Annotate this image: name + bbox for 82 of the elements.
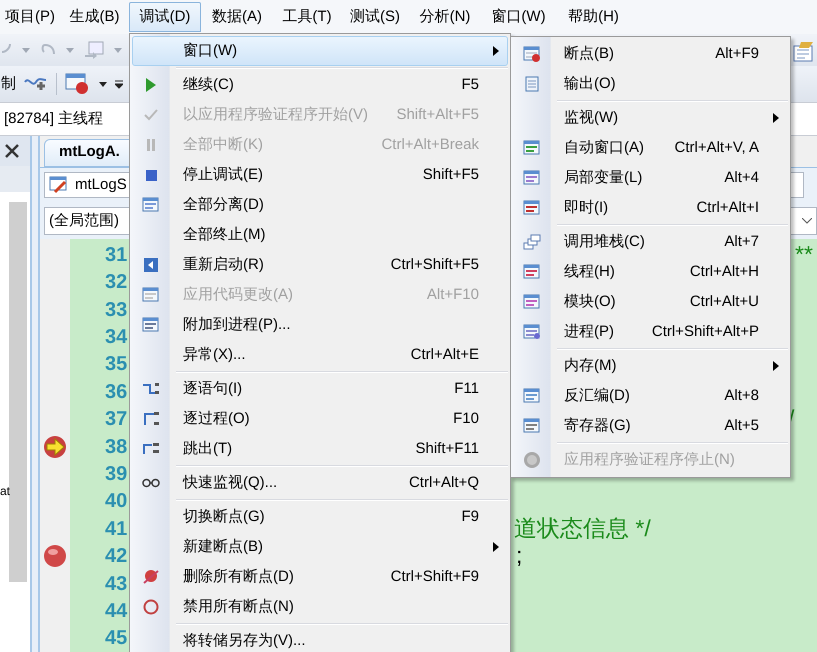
menu-item[interactable]: 快速监视(Q)... Ctrl+Alt+Q bbox=[132, 468, 508, 498]
pause-icon bbox=[147, 139, 155, 151]
menubar-item[interactable]: 调试(D) bbox=[129, 2, 201, 32]
window-dot-icon[interactable] bbox=[65, 73, 91, 95]
line-number: 45 bbox=[105, 628, 128, 648]
menu-item[interactable]: 自动窗口(A) Ctrl+Alt+V, A bbox=[513, 133, 788, 163]
menu-item[interactable]: 寄存器(G) Alt+5 bbox=[513, 411, 788, 441]
menu-item[interactable]: 反汇编(D) Alt+8 bbox=[513, 381, 788, 411]
step-into-icon bbox=[142, 382, 160, 396]
breakpoint-remove-icon bbox=[142, 569, 160, 585]
menu-item[interactable]: 窗口(W) bbox=[132, 36, 508, 66]
menu-item[interactable]: 线程(H) Ctrl+Alt+H bbox=[513, 257, 788, 287]
line-number: 38 bbox=[105, 436, 128, 457]
menu-item[interactable]: 输出(O) bbox=[513, 69, 788, 99]
menu-item[interactable]: 断点(B) Alt+F9 bbox=[513, 39, 788, 69]
line-number: 34 bbox=[105, 326, 128, 347]
line-number: 41 bbox=[105, 518, 128, 539]
line-number: 39 bbox=[105, 464, 128, 484]
document-icon bbox=[525, 76, 539, 92]
menu-item[interactable]: 将转储另存为(V)... bbox=[132, 626, 508, 652]
scrollbar[interactable] bbox=[9, 202, 27, 582]
line-number: 33 bbox=[105, 300, 128, 320]
menubar-item[interactable]: 工具(T) bbox=[273, 2, 341, 32]
step-out-icon bbox=[142, 442, 160, 456]
menu-item[interactable]: 全部终止(M) bbox=[132, 220, 508, 250]
menu-item[interactable]: 异常(X)... Ctrl+Alt+E bbox=[132, 340, 508, 370]
menu-item[interactable]: 停止调试(E) Shift+F5 bbox=[132, 160, 508, 190]
line-number: 36 bbox=[105, 382, 128, 402]
report-icon[interactable] bbox=[793, 40, 815, 62]
line-number: 42 bbox=[105, 546, 128, 566]
menubar-item[interactable]: 项目(P) bbox=[0, 2, 60, 32]
panel-text: at bbox=[0, 485, 10, 497]
menubar-item[interactable]: 帮助(H) bbox=[556, 2, 631, 32]
menu-item[interactable]: 跳出(T) Shift+F11 bbox=[132, 434, 508, 464]
chevron-down-icon bbox=[802, 218, 812, 224]
menu-item[interactable]: 重新启动(R) Ctrl+Shift+F5 bbox=[132, 250, 508, 280]
menubar-item[interactable]: 测试(S) bbox=[341, 2, 409, 32]
line-number: 44 bbox=[105, 600, 128, 621]
checkmark-icon bbox=[144, 109, 158, 121]
overflow-icon[interactable] bbox=[115, 79, 123, 89]
menubar-item[interactable]: 数据(A) bbox=[201, 2, 273, 32]
glasses-icon bbox=[142, 478, 160, 488]
stack-icon bbox=[523, 234, 541, 250]
line-number: 35 bbox=[105, 354, 128, 374]
menu-item[interactable]: 模块(O) Ctrl+Alt+U bbox=[513, 287, 788, 317]
menu-item[interactable]: 新建断点(B) bbox=[132, 532, 508, 562]
menu-item[interactable]: 切换断点(G) F9 bbox=[132, 502, 508, 532]
menu-item[interactable]: 禁用所有断点(N) bbox=[132, 592, 508, 622]
menu-item[interactable]: 进程(P) Ctrl+Shift+Alt+P bbox=[513, 317, 788, 347]
line-number: 37 bbox=[105, 409, 128, 430]
menubar-item[interactable]: 分析(N) bbox=[409, 2, 481, 32]
line-number: 31 bbox=[105, 244, 128, 265]
step-over-icon bbox=[142, 411, 160, 427]
menu-item[interactable]: 即时(I) Ctrl+Alt+I bbox=[513, 193, 788, 223]
menu-item[interactable]: 内存(M) bbox=[513, 351, 788, 381]
menu-item[interactable]: 监视(W) bbox=[513, 103, 788, 133]
toolbar-label: 制 bbox=[0, 74, 16, 94]
menu-item[interactable]: 全部分离(D) bbox=[132, 190, 508, 220]
line-number: 43 bbox=[105, 574, 128, 594]
window-arrow-icon[interactable] bbox=[84, 41, 104, 59]
close-icon[interactable] bbox=[4, 143, 20, 159]
menu-item[interactable]: 逐语句(I) F11 bbox=[132, 374, 508, 404]
splitter[interactable] bbox=[30, 136, 40, 652]
menu-item[interactable]: 继续(C) F5 bbox=[132, 70, 508, 100]
circle-icon bbox=[143, 599, 159, 615]
line-number: 32 bbox=[105, 272, 128, 292]
window-brush-icon bbox=[49, 176, 69, 194]
menubar-item[interactable]: 生成(B) bbox=[60, 2, 129, 32]
line-number: 40 bbox=[105, 491, 128, 512]
menu-item[interactable]: 调用堆栈(C) Alt+7 bbox=[513, 227, 788, 257]
play-icon bbox=[146, 78, 156, 92]
code-text: ; bbox=[516, 542, 522, 570]
menu-item[interactable]: 逐过程(O) F10 bbox=[132, 404, 508, 434]
window-icon bbox=[523, 140, 541, 156]
menu-item[interactable]: 附加到进程(P)... bbox=[132, 310, 508, 340]
caret-icon[interactable] bbox=[99, 82, 107, 86]
window-list-icon bbox=[142, 197, 160, 213]
code-text: 道状态信息 */ bbox=[514, 515, 651, 542]
menu-item[interactable]: 局部变量(L) Alt+4 bbox=[513, 163, 788, 193]
menubar-item[interactable]: 窗口(W) bbox=[481, 2, 556, 32]
menu-item[interactable]: 删除所有断点(D) Ctrl+Shift+F9 bbox=[132, 562, 508, 592]
code-text: ** bbox=[795, 241, 813, 268]
